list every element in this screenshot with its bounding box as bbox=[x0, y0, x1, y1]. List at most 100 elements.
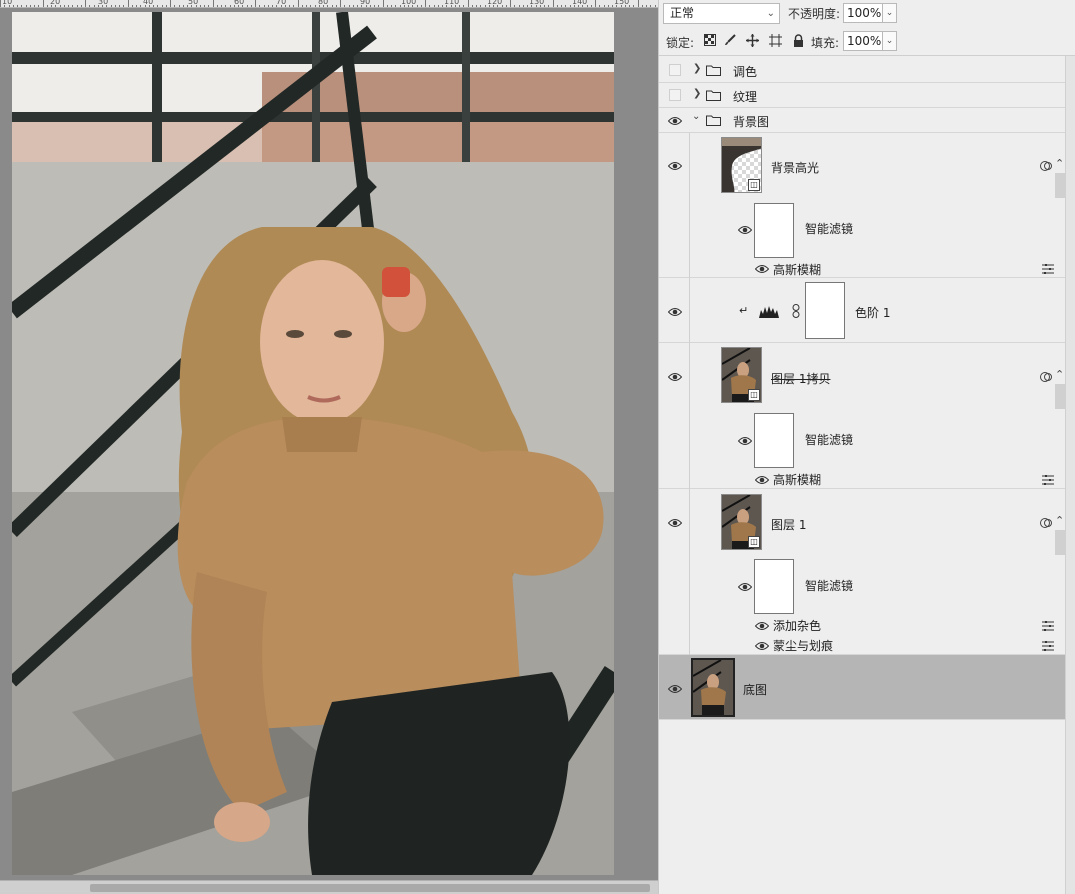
ruler-tick bbox=[8, 5, 10, 7]
ruler-tick bbox=[382, 0, 384, 7]
eye-icon[interactable] bbox=[668, 116, 682, 126]
eye-icon[interactable] bbox=[738, 436, 752, 446]
lock-transparent-icon[interactable] bbox=[703, 34, 717, 48]
filter-name: 添加杂色 bbox=[773, 619, 822, 633]
ruler-tick bbox=[442, 5, 443, 7]
horizontal-scrollbar-thumb[interactable] bbox=[90, 884, 650, 892]
ruler-tick bbox=[650, 5, 652, 7]
fill-dropdown-icon[interactable]: ⌄ bbox=[883, 31, 897, 51]
visibility-toggle-off[interactable] bbox=[669, 89, 681, 101]
filter-mask-thumbnail[interactable] bbox=[754, 203, 794, 258]
eye-icon[interactable] bbox=[755, 264, 769, 274]
layer-pixel-row-selected[interactable]: 底图 bbox=[659, 655, 1065, 720]
ruler-tick bbox=[17, 5, 18, 7]
layer-smart-object-row[interactable]: ◫ 背景高光 ⌃ 智能滤镜 高斯模糊 bbox=[659, 133, 1065, 278]
ruler-tick bbox=[272, 5, 273, 7]
smart-filter-indicator-icon[interactable] bbox=[1040, 371, 1052, 383]
lock-artboard-icon[interactable] bbox=[768, 34, 782, 48]
lock-all-icon[interactable] bbox=[791, 34, 805, 48]
scroll-up-icon[interactable]: ⌃ bbox=[1055, 368, 1065, 381]
ruler-tick bbox=[131, 5, 133, 7]
link-icon[interactable] bbox=[792, 304, 800, 318]
ruler-tick bbox=[195, 5, 197, 7]
ruler-tick bbox=[578, 5, 579, 7]
ruler-tick bbox=[21, 5, 23, 7]
ruler-tick bbox=[144, 5, 146, 7]
ruler-tick bbox=[293, 5, 295, 7]
filter-mask-thumbnail[interactable] bbox=[754, 413, 794, 468]
ruler-tick bbox=[238, 5, 239, 7]
ruler-tick bbox=[416, 5, 418, 7]
filter-options-icon[interactable] bbox=[1042, 641, 1054, 651]
ruler-tick bbox=[361, 5, 363, 7]
smart-filter-indicator-icon[interactable] bbox=[1040, 160, 1052, 172]
filter-options-icon[interactable] bbox=[1042, 264, 1054, 274]
ruler-tick bbox=[225, 5, 227, 7]
scroll-up-icon[interactable]: ⌃ bbox=[1055, 514, 1065, 527]
layer-mask-thumbnail[interactable] bbox=[805, 282, 845, 339]
ruler-tick bbox=[263, 5, 265, 7]
ruler-tick bbox=[102, 5, 103, 7]
ruler-tick bbox=[607, 5, 609, 7]
smart-filter-indicator-icon[interactable] bbox=[1040, 517, 1052, 529]
opacity-dropdown-icon[interactable]: ⌄ bbox=[883, 3, 897, 23]
lock-move-icon[interactable] bbox=[745, 34, 759, 48]
chevron-right-icon[interactable]: ❯ bbox=[693, 88, 701, 99]
smart-object-badge-icon: ◫ bbox=[748, 389, 760, 401]
eye-icon[interactable] bbox=[755, 641, 769, 651]
ruler-tick bbox=[170, 0, 171, 7]
horizontal-scrollbar[interactable] bbox=[0, 880, 658, 894]
filter-mask-thumbnail[interactable] bbox=[754, 559, 794, 614]
filter-options-icon[interactable] bbox=[1042, 475, 1054, 485]
eye-icon[interactable] bbox=[738, 582, 752, 592]
layer-group-row[interactable]: ⌄ 背景图 bbox=[659, 108, 1065, 133]
ruler-tick bbox=[612, 5, 613, 7]
ruler-tick bbox=[38, 5, 40, 7]
blend-mode-select[interactable]: 正常 ⌄ bbox=[663, 3, 780, 24]
ruler-tick bbox=[582, 5, 584, 7]
ruler-tick bbox=[505, 5, 507, 7]
eye-icon[interactable] bbox=[668, 161, 682, 171]
opacity-input[interactable]: 100% bbox=[843, 3, 883, 23]
ruler-tick bbox=[140, 5, 142, 7]
ruler-tick bbox=[522, 5, 524, 7]
chevron-right-icon[interactable]: ❯ bbox=[693, 63, 701, 74]
eye-icon[interactable] bbox=[755, 475, 769, 485]
smart-object-badge-icon: ◫ bbox=[748, 179, 760, 191]
chevron-down-icon[interactable]: ⌄ bbox=[692, 111, 700, 122]
eye-icon[interactable] bbox=[668, 518, 682, 528]
layers-panel-scrollbar[interactable] bbox=[1065, 56, 1075, 894]
layer-side-scrollbar[interactable] bbox=[1055, 173, 1065, 198]
smart-filter-label: 智能滤镜 bbox=[805, 222, 854, 236]
layer-group-row[interactable]: ❯ 纹理 bbox=[659, 83, 1065, 108]
eye-icon[interactable] bbox=[738, 225, 752, 235]
ruler-tick bbox=[552, 0, 554, 7]
document-canvas-area[interactable]: 10 20 30 40 50 60 70 80 90 100 110 120 1… bbox=[0, 0, 658, 894]
visibility-toggle-off[interactable] bbox=[669, 64, 681, 76]
layer-side-scrollbar[interactable] bbox=[1055, 384, 1065, 409]
eye-icon[interactable] bbox=[668, 307, 682, 317]
ruler-tick bbox=[501, 5, 503, 7]
ruler-tick bbox=[586, 5, 588, 7]
group-indent-line bbox=[689, 133, 690, 278]
ruler-tick bbox=[204, 5, 205, 7]
ruler-tick bbox=[446, 5, 448, 7]
layer-smart-object-row[interactable]: ◫ 图层 1拷贝 ⌃ 智能滤镜 高斯模糊 bbox=[659, 343, 1065, 489]
filter-options-icon[interactable] bbox=[1042, 621, 1054, 631]
lock-brush-icon[interactable] bbox=[723, 34, 737, 48]
layer-side-scrollbar[interactable] bbox=[1055, 530, 1065, 555]
scroll-up-icon[interactable]: ⌃ bbox=[1055, 157, 1065, 170]
layer-group-row[interactable]: ❯ 调色 bbox=[659, 58, 1065, 83]
layer-adjustment-row[interactable]: ↵ 色阶 1 bbox=[659, 278, 1065, 343]
ruler-tick bbox=[603, 5, 605, 7]
eye-icon[interactable] bbox=[668, 372, 682, 382]
chevron-down-icon: ⌄ bbox=[766, 8, 775, 19]
layer-smart-object-row[interactable]: ◫ 图层 1 ⌃ 智能滤镜 添加杂色 蒙尘与划痕 bbox=[659, 489, 1065, 655]
fill-input[interactable]: 100% bbox=[843, 31, 883, 51]
ruler-tick bbox=[463, 5, 465, 7]
eye-icon[interactable] bbox=[668, 684, 682, 694]
document-photo[interactable] bbox=[12, 12, 614, 875]
ruler-tick bbox=[374, 5, 375, 7]
horizontal-ruler[interactable]: 10 20 30 40 50 60 70 80 90 100 110 120 1… bbox=[0, 0, 658, 8]
eye-icon[interactable] bbox=[755, 621, 769, 631]
